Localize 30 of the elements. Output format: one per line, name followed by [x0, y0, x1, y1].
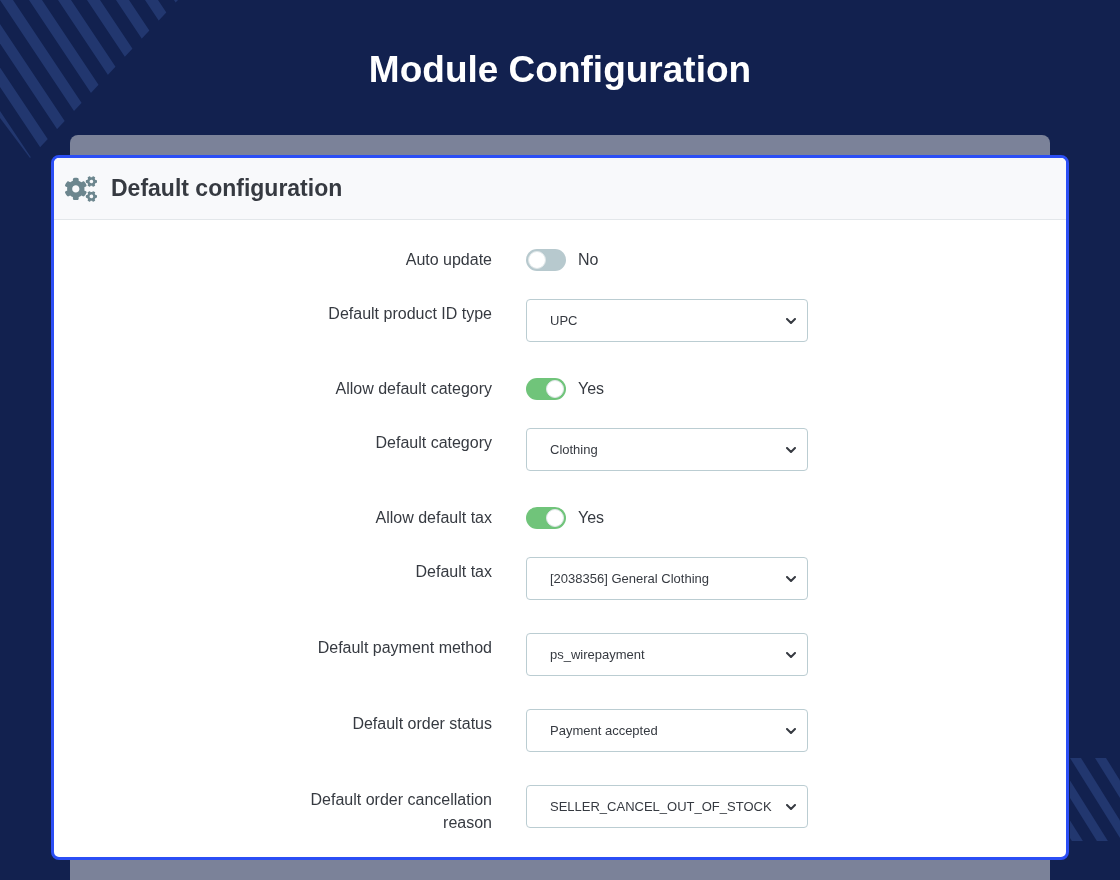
chevron-down-icon: [786, 317, 796, 324]
toggle-state-label: Yes: [578, 379, 605, 399]
dropdown[interactable]: ps_wirepayment: [526, 633, 808, 676]
toggle-switch[interactable]: [526, 507, 566, 529]
dropdown[interactable]: Clothing: [526, 428, 808, 471]
chevron-down-icon: [786, 727, 796, 734]
field-label: Allow default tax: [375, 508, 492, 528]
toggle-switch[interactable]: [526, 378, 566, 400]
dropdown[interactable]: UPC: [526, 299, 808, 342]
chevron-down-icon: [786, 446, 796, 453]
field-label: Allow default category: [335, 379, 492, 399]
dropdown[interactable]: [2038356] General Clothing: [526, 557, 808, 600]
gears-icon: [65, 175, 97, 202]
field-label: Auto update: [405, 250, 492, 270]
field-label: Default order cancellation reason: [309, 790, 492, 833]
field-label: Default product ID type: [328, 304, 492, 324]
dropdown[interactable]: Payment accepted: [526, 709, 808, 752]
field-label: Default category: [375, 433, 492, 453]
field-label: Default order status: [352, 714, 492, 734]
field-label: Default payment method: [317, 638, 492, 658]
dropdown[interactable]: SELLER_CANCEL_OUT_OF_STOCK: [526, 785, 808, 828]
toggle-state-label: Yes: [578, 508, 605, 528]
toggle-switch[interactable]: [526, 249, 566, 271]
chevron-down-icon: [786, 651, 796, 658]
toggle-state-label: No: [578, 250, 599, 270]
chevron-down-icon: [786, 575, 796, 582]
field-label: Default tax: [415, 562, 492, 582]
card-title: Default configuration: [111, 174, 343, 204]
chevron-down-icon: [786, 803, 796, 810]
page-title: Module Configuration: [368, 48, 752, 92]
